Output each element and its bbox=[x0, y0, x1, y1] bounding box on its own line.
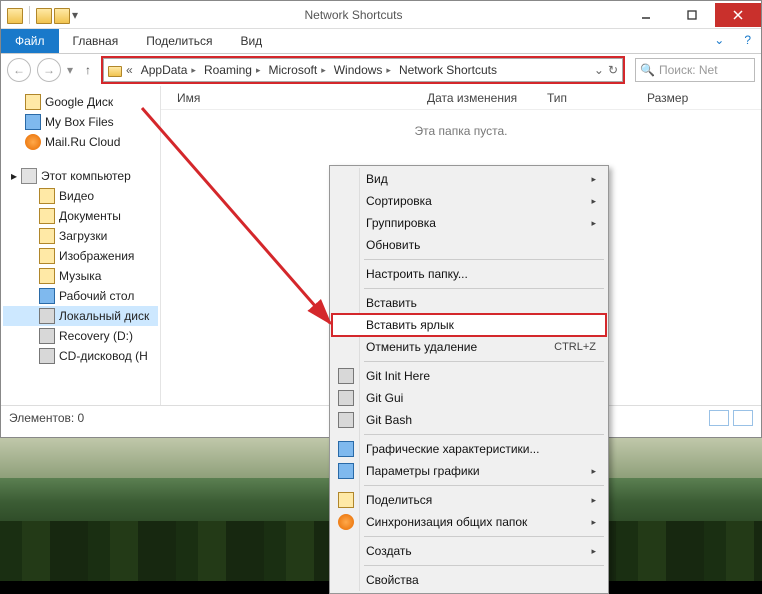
menu-customize-folder[interactable]: Настроить папку... bbox=[332, 263, 606, 285]
address-overflow-icon[interactable]: « bbox=[122, 63, 137, 77]
qat-newfolder-icon[interactable] bbox=[54, 8, 70, 24]
git-icon bbox=[338, 390, 354, 406]
crumb-microsoft[interactable]: Microsoft▸ bbox=[265, 59, 330, 81]
sidebar-item-documents[interactable]: Документы bbox=[3, 206, 158, 226]
desktop-icon bbox=[39, 288, 55, 304]
pc-icon bbox=[21, 168, 37, 184]
tab-view[interactable]: Вид bbox=[226, 29, 276, 53]
refresh-icon[interactable]: ↻ bbox=[608, 63, 618, 77]
box-icon bbox=[25, 114, 41, 130]
col-date[interactable]: Дата изменения bbox=[427, 91, 547, 105]
col-size[interactable]: Размер bbox=[647, 91, 708, 105]
ribbon-expand-icon[interactable]: ⌄ bbox=[704, 29, 734, 53]
crumb-roaming[interactable]: Roaming▸ bbox=[200, 59, 265, 81]
search-icon: 🔍 bbox=[640, 63, 655, 77]
qat: ▾ bbox=[1, 6, 84, 24]
sidebar-item-pictures[interactable]: Изображения bbox=[3, 246, 158, 266]
search-placeholder: Поиск: Net bbox=[659, 63, 718, 77]
menu-group[interactable]: Группировка▸ bbox=[332, 212, 606, 234]
address-dropdown-icon[interactable]: ⌄ bbox=[594, 63, 604, 77]
status-count: Элементов: 0 bbox=[9, 411, 84, 425]
sidebar-item-this-pc[interactable]: ▸ Этот компьютер bbox=[3, 166, 158, 186]
folder-icon bbox=[25, 94, 41, 110]
git-icon bbox=[338, 412, 354, 428]
qat-dropdown-icon[interactable]: ▾ bbox=[72, 8, 78, 22]
qat-props-icon[interactable] bbox=[36, 8, 52, 24]
up-button[interactable]: ↑ bbox=[79, 61, 97, 79]
menu-create[interactable]: Создать▸ bbox=[332, 540, 606, 562]
git-icon bbox=[338, 368, 354, 384]
menu-paste-shortcut[interactable]: Вставить ярлык bbox=[332, 314, 606, 336]
sidebar-item-local-disk[interactable]: Локальный диск bbox=[3, 306, 158, 326]
ribbon-tabs: Файл Главная Поделиться Вид ⌄ ? bbox=[1, 29, 761, 54]
crumb-appdata[interactable]: AppData▸ bbox=[137, 59, 200, 81]
menu-sync[interactable]: Синхронизация общих папок▸ bbox=[332, 511, 606, 533]
menu-gfx-char[interactable]: Графические характеристики... bbox=[332, 438, 606, 460]
sync-icon bbox=[338, 514, 354, 530]
folder-icon bbox=[39, 228, 55, 244]
intel-icon bbox=[338, 463, 354, 479]
sidebar-item-downloads[interactable]: Загрузки bbox=[3, 226, 158, 246]
sidebar-item-box[interactable]: My Box Files bbox=[3, 112, 158, 132]
history-dropdown-icon[interactable]: ▾ bbox=[67, 63, 73, 77]
folder-icon bbox=[39, 268, 55, 284]
sidebar-item-mailru[interactable]: Mail.Ru Cloud bbox=[3, 132, 158, 152]
titlebar[interactable]: ▾ Network Shortcuts bbox=[1, 1, 761, 29]
menu-share[interactable]: Поделиться▸ bbox=[332, 489, 606, 511]
back-button[interactable]: ← bbox=[7, 58, 31, 82]
intel-icon bbox=[338, 441, 354, 457]
sidebar-item-recovery[interactable]: Recovery (D:) bbox=[3, 326, 158, 346]
disk-icon bbox=[39, 308, 55, 324]
nav-row: ← → ▾ ↑ « AppData▸ Roaming▸ Microsoft▸ W… bbox=[1, 54, 761, 86]
col-type[interactable]: Тип bbox=[547, 91, 647, 105]
menu-git-gui[interactable]: Git Gui bbox=[332, 387, 606, 409]
sidebar-item-videos[interactable]: Видео bbox=[3, 186, 158, 206]
app-icon bbox=[7, 8, 23, 24]
search-input[interactable]: 🔍 Поиск: Net bbox=[635, 58, 755, 82]
tab-file[interactable]: Файл bbox=[1, 29, 59, 53]
folder-icon bbox=[39, 248, 55, 264]
sidebar-item-music[interactable]: Музыка bbox=[3, 266, 158, 286]
crumb-network-shortcuts[interactable]: Network Shortcuts bbox=[395, 59, 501, 81]
view-large-button[interactable] bbox=[733, 410, 753, 426]
address-bar[interactable]: « AppData▸ Roaming▸ Microsoft▸ Windows▸ … bbox=[103, 58, 623, 82]
menu-paste[interactable]: Вставить bbox=[332, 292, 606, 314]
address-folder-icon bbox=[108, 66, 122, 77]
disk-icon bbox=[39, 328, 55, 344]
col-name[interactable]: Имя bbox=[177, 91, 427, 105]
minimize-button[interactable] bbox=[623, 3, 669, 27]
cd-icon bbox=[39, 348, 55, 364]
column-headers[interactable]: Имя Дата изменения Тип Размер bbox=[161, 86, 761, 110]
menu-git-init[interactable]: Git Init Here bbox=[332, 365, 606, 387]
sidebar-item-cd[interactable]: CD-дисковод (H bbox=[3, 346, 158, 366]
empty-folder-text: Эта папка пуста. bbox=[161, 124, 761, 138]
crumb-windows[interactable]: Windows▸ bbox=[330, 59, 395, 81]
tab-home[interactable]: Главная bbox=[59, 29, 133, 53]
view-details-button[interactable] bbox=[709, 410, 729, 426]
menu-git-bash[interactable]: Git Bash bbox=[332, 409, 606, 431]
menu-view[interactable]: Вид▸ bbox=[332, 168, 606, 190]
menu-sort[interactable]: Сортировка▸ bbox=[332, 190, 606, 212]
menu-undo-delete[interactable]: Отменить удалениеCTRL+Z bbox=[332, 336, 606, 358]
context-menu: Вид▸ Сортировка▸ Группировка▸ Обновить Н… bbox=[329, 165, 609, 594]
menu-gfx-param[interactable]: Параметры графики▸ bbox=[332, 460, 606, 482]
ribbon-help-icon[interactable]: ? bbox=[734, 29, 761, 53]
sidebar-item-google-disk[interactable]: Google Диск bbox=[3, 92, 158, 112]
folder-icon bbox=[39, 188, 55, 204]
window-title: Network Shortcuts bbox=[84, 8, 623, 22]
folder-icon bbox=[39, 208, 55, 224]
menu-refresh[interactable]: Обновить bbox=[332, 234, 606, 256]
close-button[interactable] bbox=[715, 3, 761, 27]
forward-button[interactable]: → bbox=[37, 58, 61, 82]
sidebar-item-desktop[interactable]: Рабочий стол bbox=[3, 286, 158, 306]
share-icon bbox=[338, 492, 354, 508]
nav-pane[interactable]: Google Диск My Box Files Mail.Ru Cloud ▸… bbox=[1, 86, 161, 405]
tab-share[interactable]: Поделиться bbox=[132, 29, 226, 53]
menu-properties[interactable]: Свойства bbox=[332, 569, 606, 591]
maximize-button[interactable] bbox=[669, 3, 715, 27]
mailru-icon bbox=[25, 134, 41, 150]
